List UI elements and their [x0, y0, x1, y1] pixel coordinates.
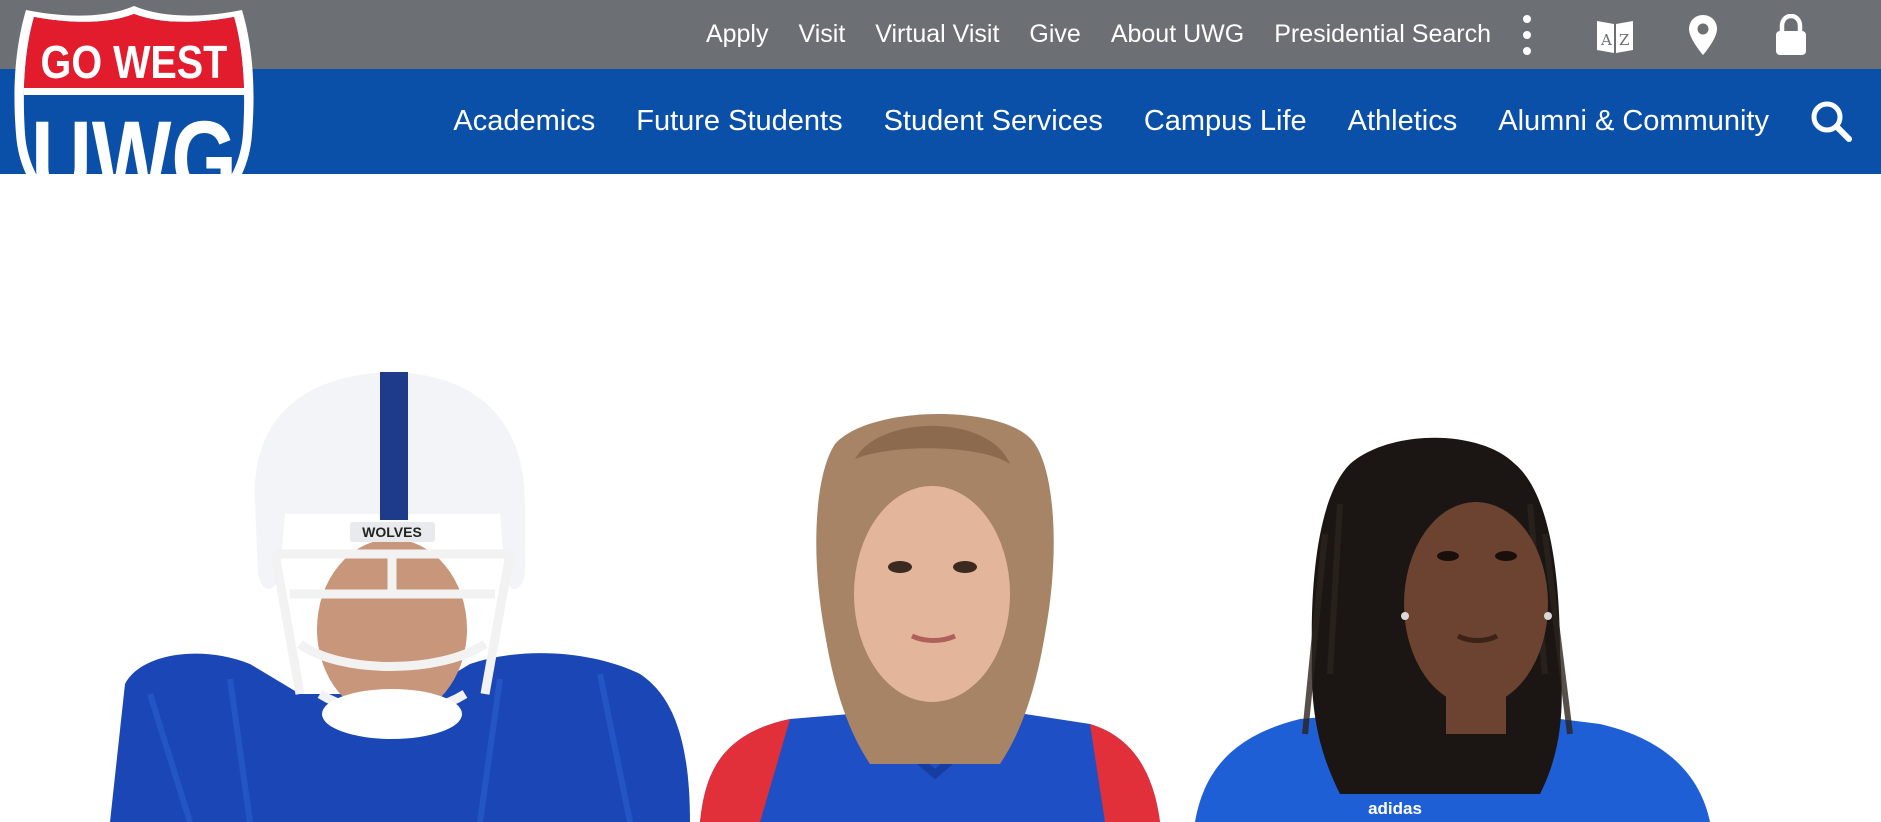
svg-text:Z: Z: [1619, 31, 1629, 49]
utility-link-give[interactable]: Give: [1029, 20, 1080, 49]
nav-item-alumni-community[interactable]: Alumni & Community: [1498, 105, 1769, 138]
nav-item-campus-life[interactable]: Campus Life: [1144, 105, 1307, 138]
utility-bar: Apply Visit Virtual Visit Give About UWG…: [0, 0, 1881, 69]
nav-item-student-services[interactable]: Student Services: [884, 105, 1103, 138]
logo-go-west-text: GO WEST: [41, 37, 228, 88]
main-nav: Academics Future Students Student Servic…: [0, 69, 1881, 174]
main-nav-links: Academics Future Students Student Servic…: [453, 69, 1769, 174]
hero-athletes-image: WOLVES adidas: [0, 174, 1881, 822]
utility-link-apply[interactable]: Apply: [706, 20, 769, 49]
jersey-adidas-text: adidas: [1368, 799, 1422, 818]
utility-icons: A Z: [1507, 0, 1811, 69]
a-to-z-index-icon[interactable]: A Z: [1595, 12, 1635, 58]
nav-item-academics[interactable]: Academics: [453, 105, 595, 138]
utility-link-virtual-visit[interactable]: Virtual Visit: [875, 20, 999, 49]
utility-links: Apply Visit Virtual Visit Give About UWG…: [706, 0, 1491, 69]
athlete-soccer-player: [700, 414, 1160, 822]
athlete-football-player: WOLVES: [110, 372, 690, 822]
nav-item-athletics[interactable]: Athletics: [1348, 105, 1458, 138]
athlete-track-player: adidas: [1195, 437, 1710, 822]
nav-item-future-students[interactable]: Future Students: [636, 105, 842, 138]
lock-icon[interactable]: [1771, 12, 1811, 58]
search-icon[interactable]: [1807, 97, 1855, 145]
utility-link-presidential-search[interactable]: Presidential Search: [1274, 20, 1491, 49]
more-vertical-icon[interactable]: [1507, 12, 1547, 58]
helmet-wolves-text: WOLVES: [362, 524, 422, 540]
utility-link-about-uwg[interactable]: About UWG: [1111, 20, 1244, 49]
location-pin-icon[interactable]: [1683, 12, 1723, 58]
svg-text:A: A: [1600, 31, 1612, 49]
utility-link-visit[interactable]: Visit: [799, 20, 846, 49]
